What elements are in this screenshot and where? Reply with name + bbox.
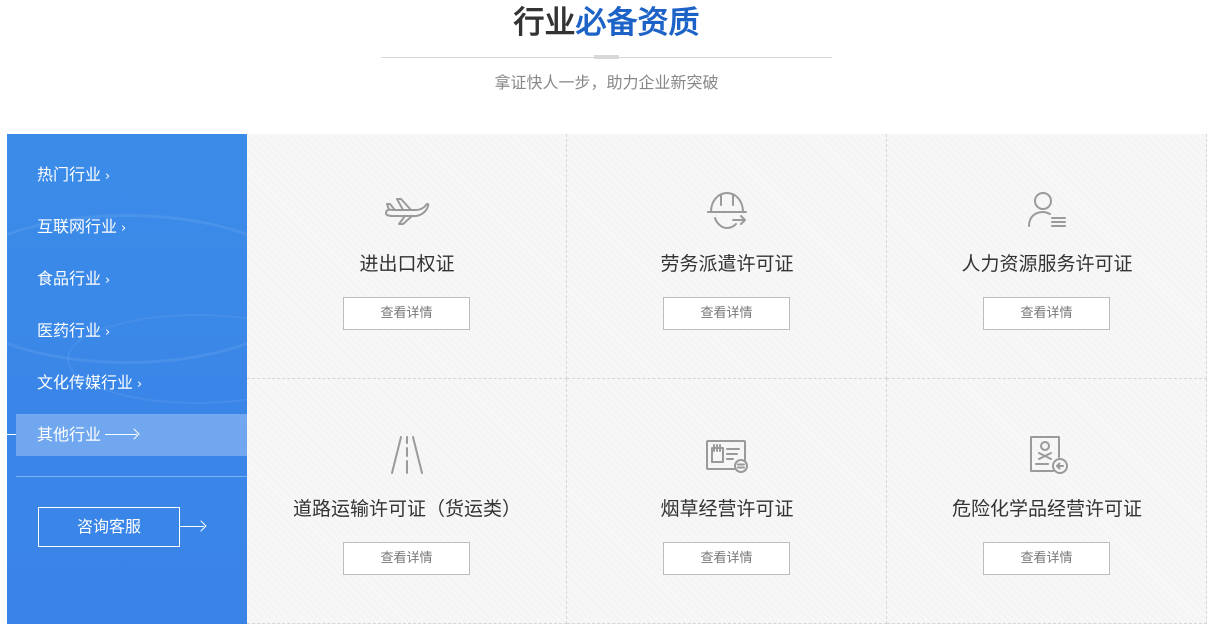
view-details-button[interactable]: 查看详情	[663, 542, 790, 575]
chevron-right-icon: ›	[105, 325, 111, 340]
card-title: 危险化学品经营许可证	[951, 498, 1142, 520]
view-details-button[interactable]: 查看详情	[343, 542, 470, 575]
card-title: 劳务派遣许可证	[660, 253, 794, 275]
card-labor-dispatch: 劳务派遣许可证 查看详情	[567, 134, 887, 379]
arrow-right-icon	[180, 526, 204, 527]
chevron-right-icon: ›	[105, 169, 111, 184]
sidebar-item-label: 其他行业	[37, 425, 102, 444]
sidebar-item-label: 互联网行业	[37, 217, 118, 236]
sidebar-item-label: 医药行业	[37, 321, 102, 340]
sidebar-item-other[interactable]: 其他行业	[16, 414, 247, 456]
sidebar-item-culture-media[interactable]: 文化传媒行业 ›	[16, 362, 247, 404]
helmet-icon	[703, 186, 751, 234]
card-title: 道路运输许可证（货运类）	[292, 498, 521, 520]
card-road-transport: 道路运输许可证（货运类） 查看详情	[247, 379, 567, 624]
active-indicator	[7, 434, 16, 435]
hazard-document-icon	[1023, 431, 1071, 479]
section-subtitle: 拿证快人一步，助力企业新突破	[494, 73, 719, 92]
sidebar-item-internet[interactable]: 互联网行业 ›	[16, 206, 247, 248]
section-header: 行业必备资质 拿证快人一步，助力企业新突破	[0, 0, 1213, 120]
card-title: 烟草经营许可证	[660, 498, 794, 520]
consult-service-button[interactable]: 咨询客服	[38, 507, 180, 547]
section-title: 行业必备资质	[0, 2, 1213, 44]
title-highlight: 必备资质	[575, 5, 700, 41]
road-icon	[383, 431, 431, 479]
qualification-grid: 进出口权证 查看详情 劳务派遣许可证 查看详情 人力资源服务许可证 查看详情 道…	[247, 134, 1207, 624]
card-title: 人力资源服务许可证	[961, 253, 1133, 275]
person-list-icon	[1023, 186, 1071, 234]
sidebar-item-food[interactable]: 食品行业 ›	[16, 258, 247, 300]
sidebar-item-label: 文化传媒行业	[37, 373, 134, 392]
view-details-button[interactable]: 查看详情	[983, 542, 1110, 575]
card-import-export: 进出口权证 查看详情	[247, 134, 567, 379]
chevron-right-icon: ›	[137, 377, 143, 392]
view-details-button[interactable]: 查看详情	[343, 297, 470, 330]
sidebar-item-label: 食品行业	[37, 269, 102, 288]
license-card-icon	[703, 431, 751, 479]
sidebar-divider	[16, 476, 247, 477]
view-details-button[interactable]: 查看详情	[663, 297, 790, 330]
view-details-button[interactable]: 查看详情	[983, 297, 1110, 330]
chevron-right-icon: ›	[105, 273, 111, 288]
chevron-right-icon: ›	[121, 221, 127, 236]
sidebar-item-medicine[interactable]: 医药行业 ›	[16, 310, 247, 352]
airplane-icon	[383, 186, 431, 234]
sidebar-item-hot[interactable]: 热门行业 ›	[16, 154, 247, 196]
title-divider-mark	[594, 55, 619, 59]
sidebar-item-label: 热门行业	[37, 165, 102, 184]
card-hazardous-chemicals: 危险化学品经营许可证 查看详情	[887, 379, 1207, 624]
arrow-right-icon	[105, 434, 138, 435]
title-main: 行业	[513, 5, 576, 41]
card-tobacco: 烟草经营许可证 查看详情	[567, 379, 887, 624]
card-title: 进出口权证	[359, 253, 455, 275]
card-hr-service: 人力资源服务许可证 查看详情	[887, 134, 1207, 379]
industry-sidebar: 热门行业 › 互联网行业 › 食品行业 › 医药行业 › 文化传媒行业 › 其他行业 咨询…	[7, 134, 247, 624]
